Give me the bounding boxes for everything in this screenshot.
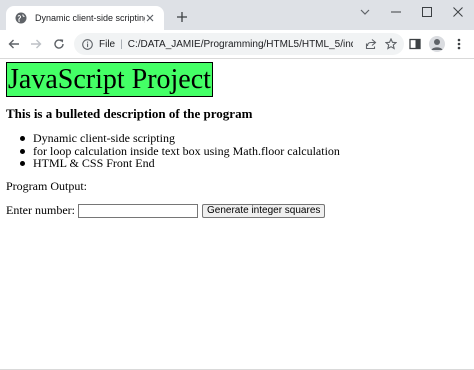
enter-number-label: Enter number:: [6, 203, 75, 217]
generate-squares-button[interactable]: Generate integer squares: [201, 203, 326, 218]
tab-strip: Dynamic client-side scripting: [0, 0, 474, 30]
info-icon[interactable]: [81, 38, 93, 50]
program-output-label: Program Output:: [6, 179, 87, 193]
tab-title: Dynamic client-side scripting: [35, 13, 145, 23]
back-arrow-icon[interactable]: [6, 36, 22, 52]
close-window-icon[interactable]: [448, 4, 468, 20]
browser-tab[interactable]: Dynamic client-side scripting: [6, 6, 164, 30]
tab-search-chevron-icon[interactable]: [355, 4, 375, 20]
number-input-row: Enter number: Generate integer squares: [6, 203, 326, 218]
share-icon[interactable]: [364, 37, 378, 51]
close-tab-icon[interactable]: [144, 12, 156, 24]
minimize-icon[interactable]: [386, 4, 406, 20]
globe-icon: [15, 12, 27, 24]
description-list: Dynamic client-side scripting for loop c…: [20, 132, 340, 170]
address-divider: |: [120, 38, 123, 50]
browser-toolbar: File | C:/DATA_JAMIE/Programming/HTML5/H…: [0, 30, 474, 59]
side-panel-icon[interactable]: [407, 36, 423, 52]
reload-icon[interactable]: [51, 36, 67, 52]
bookmark-star-icon[interactable]: [384, 37, 398, 51]
description-heading: This is a bulleted description of the pr…: [6, 106, 253, 121]
address-url[interactable]: C:/DATA_JAMIE/Programming/HTML5/HTML_5/i…: [128, 39, 353, 50]
page-title: JavaScript Project: [6, 62, 213, 97]
forward-arrow-icon[interactable]: [28, 36, 44, 52]
maximize-icon[interactable]: [417, 4, 437, 20]
new-tab-icon[interactable]: [175, 10, 189, 24]
list-item: HTML & CSS Front End: [20, 157, 340, 170]
number-input[interactable]: [77, 203, 198, 218]
address-scheme-label: File: [99, 38, 116, 50]
profile-avatar-icon[interactable]: [429, 36, 445, 52]
address-bar[interactable]: File | C:/DATA_JAMIE/Programming/HTML5/H…: [74, 33, 404, 55]
list-item: Dynamic client-side scripting: [20, 132, 340, 145]
page-content: JavaScript Project This is a bulleted de…: [0, 59, 474, 370]
more-menu-icon[interactable]: [451, 36, 467, 52]
